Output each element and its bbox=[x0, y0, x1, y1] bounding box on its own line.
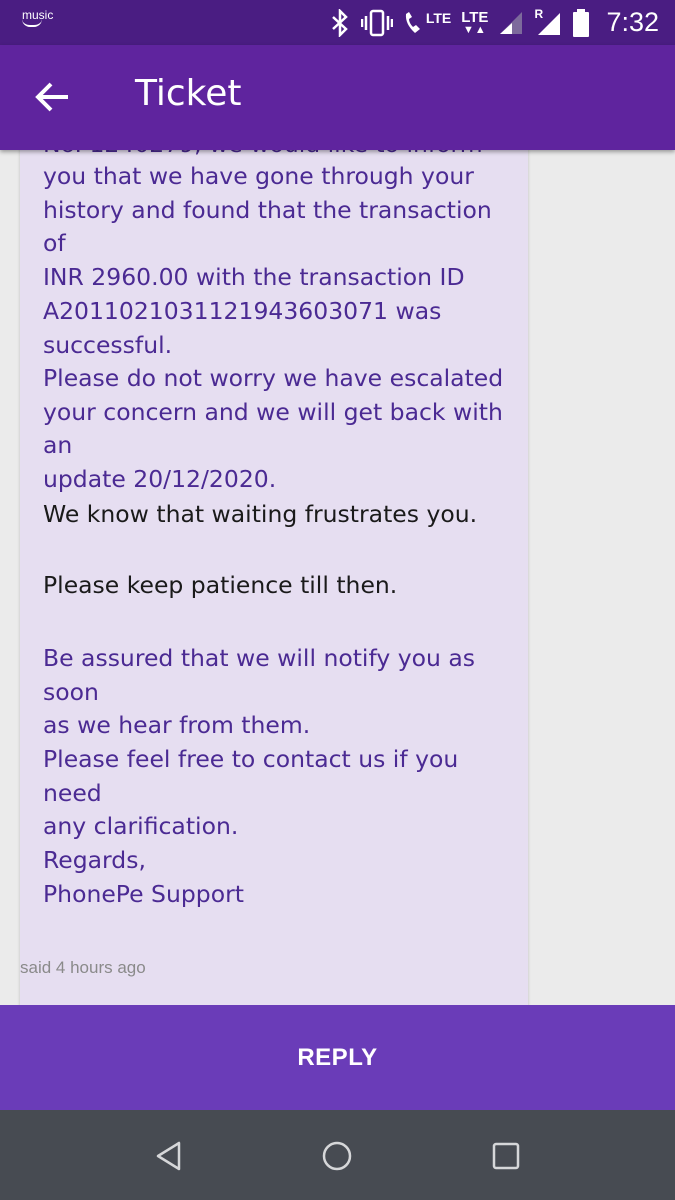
lte-data-icon: LTE ▼▲ bbox=[461, 8, 489, 36]
back-button[interactable] bbox=[30, 75, 74, 119]
message-paragraph-3: We know that waiting frustrates you. bbox=[43, 500, 478, 528]
status-icons: LTE LTE ▼▲ R 7:32 bbox=[329, 0, 659, 45]
reply-button[interactable]: REPLY bbox=[0, 1005, 675, 1110]
message-paragraph-2: Please do not worry we have escalated yo… bbox=[43, 364, 504, 494]
message-paragraph-4: Please keep patience till then. bbox=[43, 571, 398, 599]
signal-icon bbox=[500, 11, 523, 34]
triangle-back-icon[interactable] bbox=[152, 1138, 188, 1174]
roaming-signal-icon: R bbox=[534, 7, 562, 37]
message-paragraph-5: Be assured that we will notify you as so… bbox=[43, 644, 475, 740]
battery-icon bbox=[573, 8, 590, 37]
square-recents-icon[interactable] bbox=[488, 1138, 524, 1174]
message-timestamp: said 4 hours ago bbox=[20, 958, 146, 977]
music-badge-label: music bbox=[22, 8, 54, 22]
message-signature: Regards, PhonePe Support bbox=[43, 846, 244, 908]
vibrate-icon bbox=[360, 9, 393, 36]
amazon-music-notification-icon: music bbox=[22, 8, 53, 27]
arrow-left-icon bbox=[35, 82, 68, 112]
call-lte-icon: LTE bbox=[403, 10, 451, 36]
ticket-conversation[interactable]: No. 1240279, we would like to inform you… bbox=[0, 150, 675, 1005]
message-paragraph-6: Please feel free to contact us if you ne… bbox=[43, 745, 459, 841]
navigation-bar bbox=[0, 1110, 675, 1200]
reply-button-label: REPLY bbox=[297, 1043, 378, 1071]
circle-home-icon[interactable] bbox=[319, 1138, 355, 1174]
bluetooth-icon bbox=[331, 8, 348, 37]
clock: 7:32 bbox=[606, 7, 659, 37]
app-bar: Ticket bbox=[0, 45, 675, 150]
status-bar: music LTE LTE ▼▲ R 7:32 bbox=[0, 0, 675, 45]
lte-label-1: LTE bbox=[425, 9, 452, 26]
page-title: Ticket bbox=[135, 73, 242, 114]
lte-label-2: LTE bbox=[461, 8, 489, 26]
message-paragraph-1: you that we have gone through your histo… bbox=[43, 162, 492, 359]
